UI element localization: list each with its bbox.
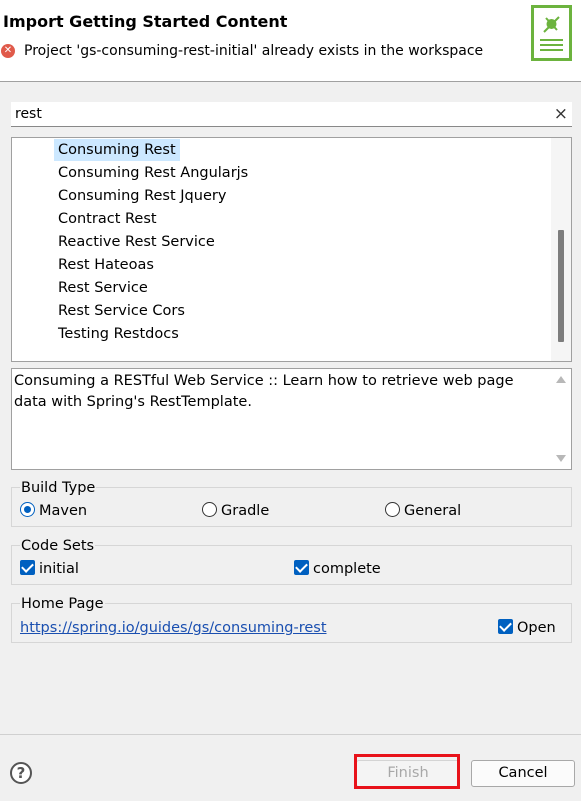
search-field[interactable]: rest × [11, 102, 572, 127]
code-sets-label: Code Sets [20, 537, 96, 555]
maven-radio[interactable]: Maven [20, 501, 87, 521]
finish-button-highlight [354, 754, 460, 789]
scrollbar-thumb[interactable] [558, 230, 564, 342]
general-radio[interactable]: General [385, 501, 461, 521]
maven-label: Maven [39, 503, 88, 519]
description-box: Consuming a RESTful Web Service :: Learn… [11, 368, 572, 470]
build-type-group: Build Type Maven Gradle General [11, 479, 572, 527]
cancel-button[interactable]: Cancel [471, 760, 575, 787]
help-icon[interactable]: ? [10, 762, 32, 784]
gradle-label: Gradle [221, 503, 270, 519]
guide-list[interactable]: Consuming Rest Consuming Rest Angularjs … [11, 137, 572, 362]
radio-icon[interactable] [385, 502, 400, 517]
dialog-header: Import Getting Started Content ✕ Project… [0, 0, 581, 82]
checkbox-checked-icon[interactable] [294, 560, 309, 575]
error-icon: ✕ [1, 44, 15, 58]
home-page-link[interactable]: https://spring.io/guides/gs/consuming-re… [20, 620, 327, 636]
guide-list-scrollbar[interactable] [551, 138, 571, 361]
open-label: Open [517, 620, 556, 636]
guide-item-consuming-rest-jquery[interactable]: Consuming Rest Jquery [54, 185, 230, 207]
radio-icon[interactable] [202, 502, 217, 517]
checkbox-checked-icon[interactable] [498, 619, 513, 634]
scroll-up-icon[interactable] [556, 376, 566, 383]
home-page-label: Home Page [20, 595, 105, 613]
build-type-label: Build Type [20, 479, 97, 497]
error-message: Project 'gs-consuming-rest-initial' alre… [24, 43, 484, 59]
search-input[interactable]: rest [15, 106, 42, 122]
clear-search-icon[interactable]: × [554, 104, 568, 124]
guide-item-rest-service[interactable]: Rest Service [54, 277, 152, 299]
home-page-group: Home Page https://spring.io/guides/gs/co… [11, 595, 572, 643]
footer-divider [0, 734, 581, 735]
spring-leaf-icon [531, 5, 572, 61]
guide-item-testing-restdocs[interactable]: Testing Restdocs [54, 323, 183, 345]
guide-item-consuming-rest-angularjs[interactable]: Consuming Rest Angularjs [54, 162, 252, 184]
open-checkbox[interactable]: Open [498, 618, 556, 638]
code-sets-group: Code Sets initial complete [11, 537, 572, 585]
guide-item-rest-service-cors[interactable]: Rest Service Cors [54, 300, 189, 322]
complete-checkbox[interactable]: complete [294, 559, 381, 579]
guide-item-consuming-rest[interactable]: Consuming Rest [54, 139, 180, 161]
description-scrollbar[interactable] [551, 369, 571, 469]
initial-label: initial [39, 561, 79, 577]
scroll-down-icon[interactable] [556, 455, 566, 462]
general-label: General [404, 503, 462, 519]
complete-label: complete [313, 561, 381, 577]
checkbox-checked-icon[interactable] [20, 560, 35, 575]
guide-item-rest-hateoas[interactable]: Rest Hateoas [54, 254, 158, 276]
radio-selected-icon[interactable] [20, 502, 35, 517]
guide-item-reactive-rest-service[interactable]: Reactive Rest Service [54, 231, 219, 253]
guide-item-contract-rest[interactable]: Contract Rest [54, 208, 161, 230]
dialog-title: Import Getting Started Content [3, 12, 288, 31]
initial-checkbox[interactable]: initial [20, 559, 79, 579]
description-text: Consuming a RESTful Web Service :: Learn… [14, 373, 514, 410]
home-page-url-row: https://spring.io/guides/gs/consuming-re… [20, 618, 327, 638]
gradle-radio[interactable]: Gradle [202, 501, 269, 521]
